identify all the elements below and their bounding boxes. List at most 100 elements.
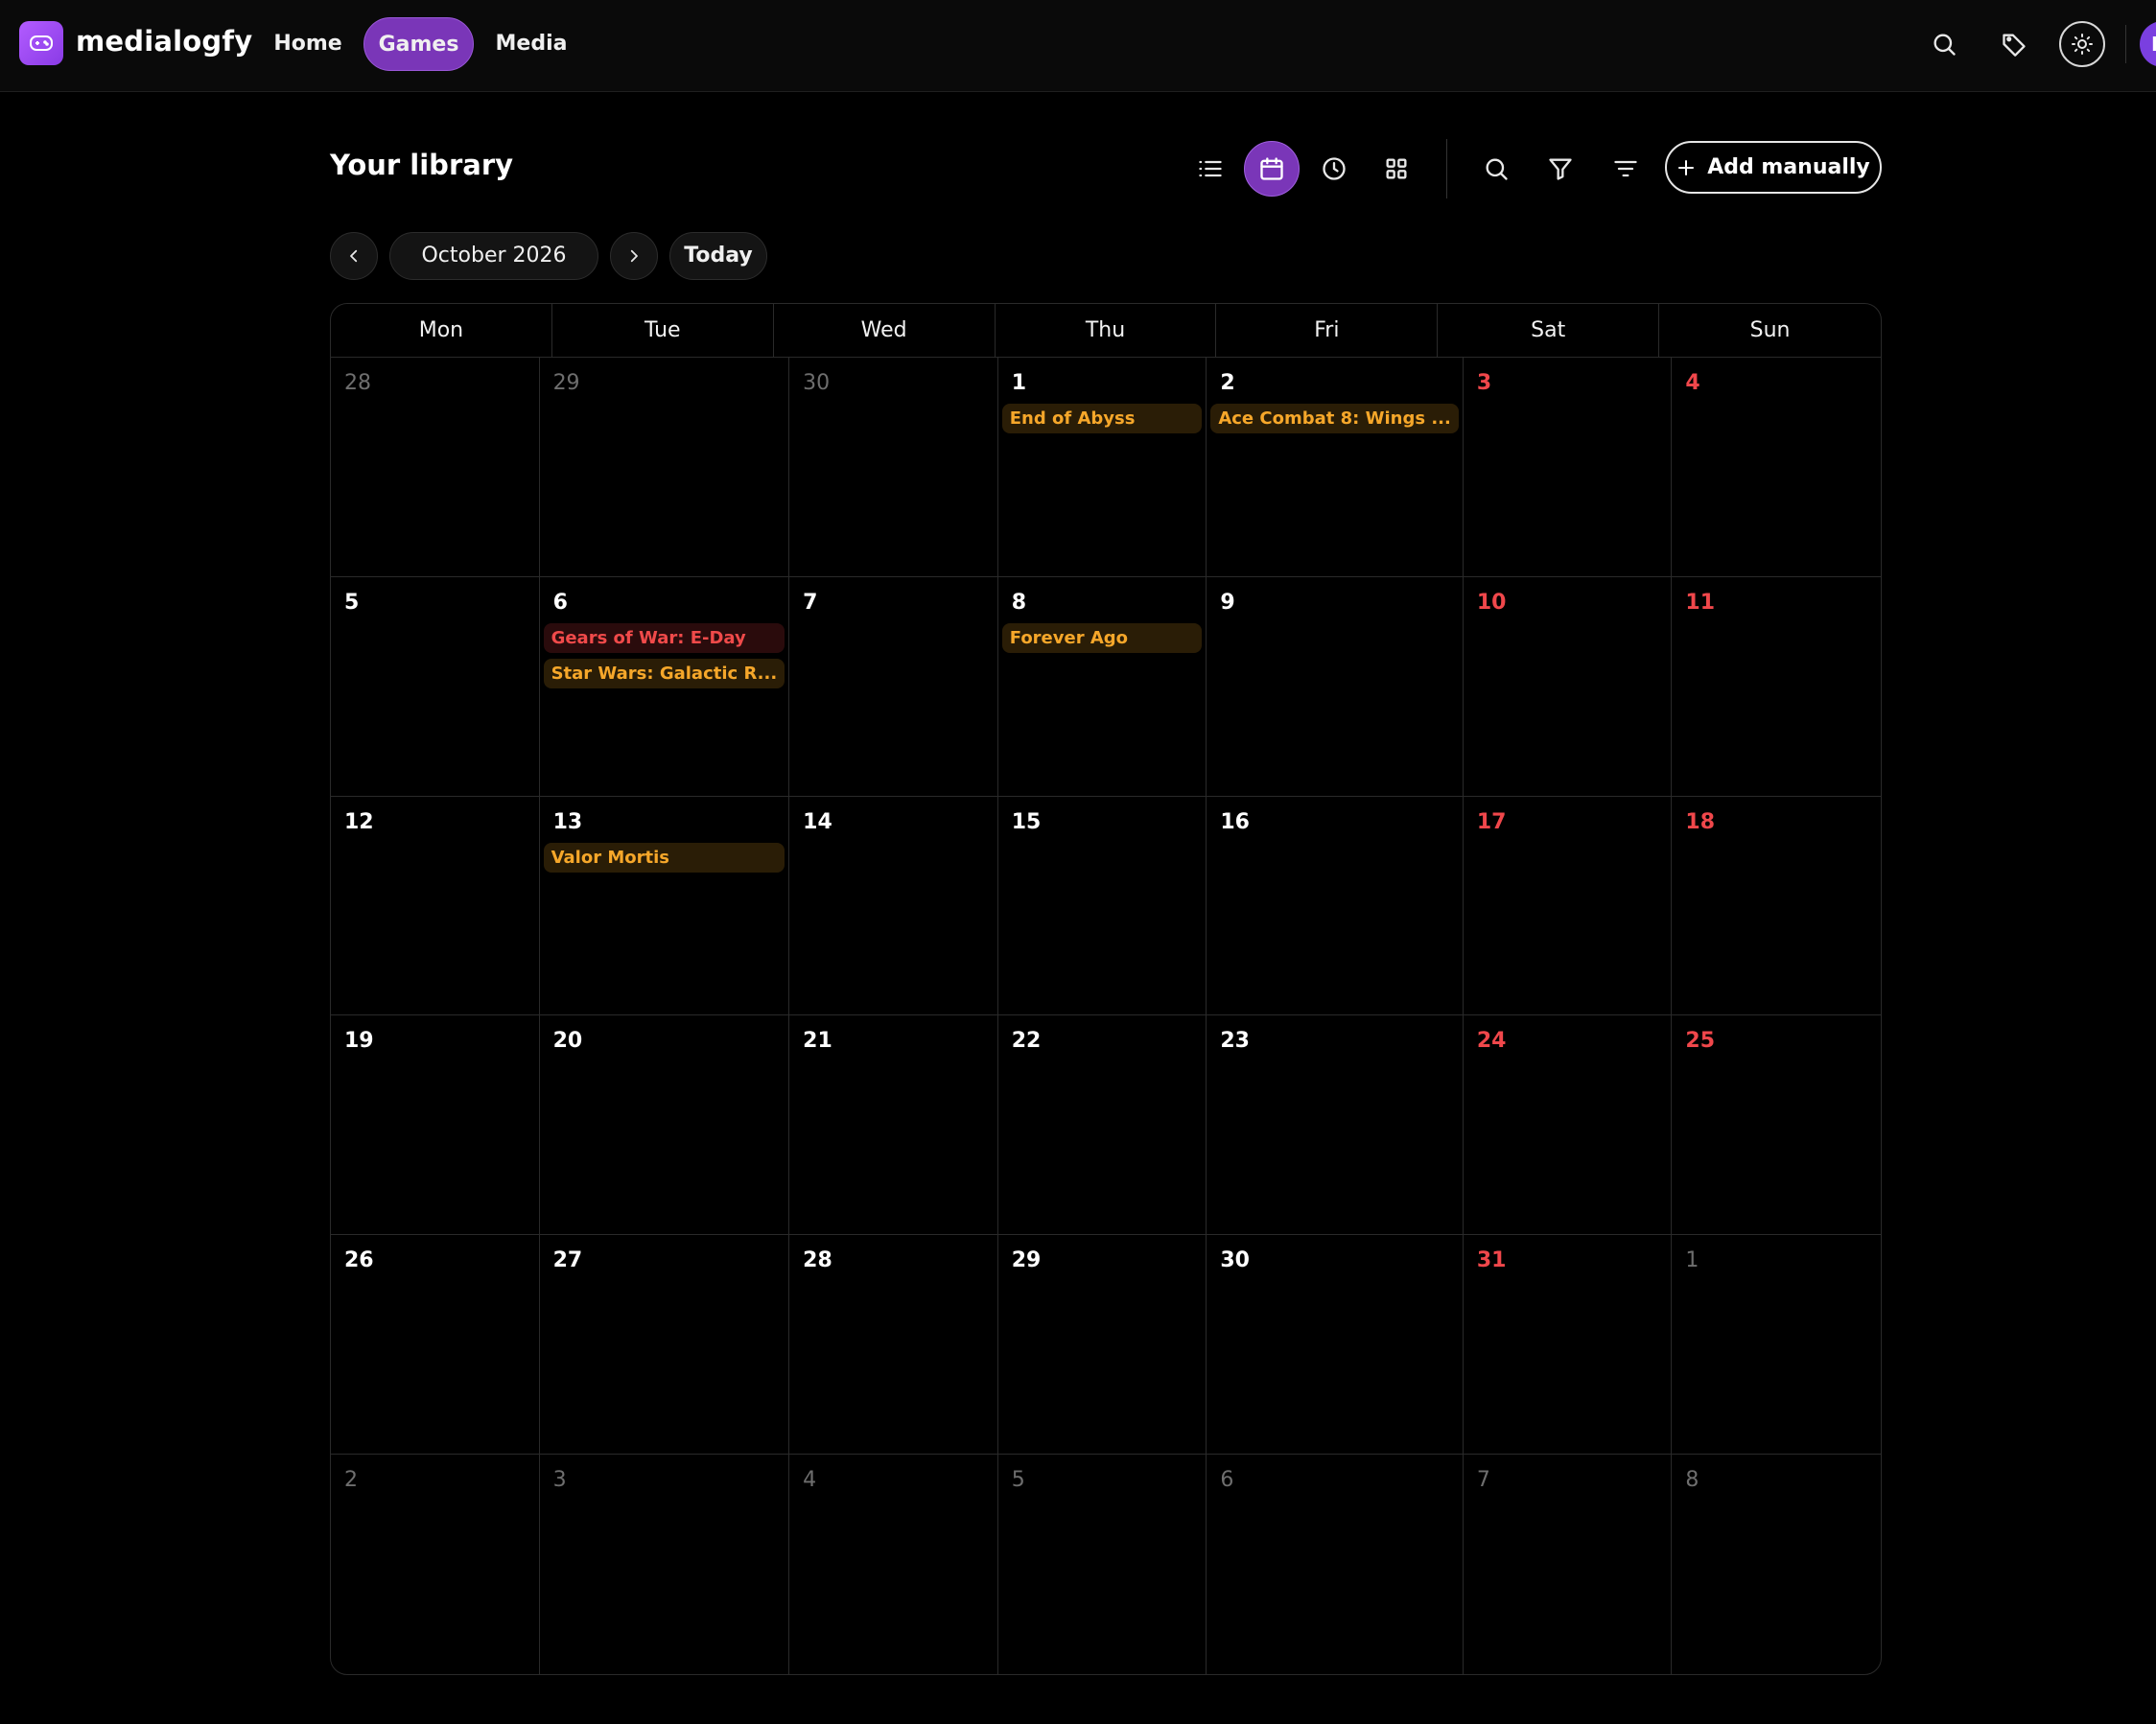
add-manually-label: Add manually [1707,155,1870,179]
calendar-day-cell[interactable]: 29 [539,358,790,577]
library-search-icon[interactable] [1468,141,1524,197]
calendar-day-cell[interactable]: 9 [1207,576,1464,797]
day-number: 29 [552,371,580,395]
weekday-label: Fri [1216,304,1439,358]
day-number: 4 [803,1468,817,1493]
calendar-day-cell[interactable]: 8 Forever Ago [997,576,1207,797]
day-number: 24 [1476,1029,1507,1054]
calendar-day-cell[interactable]: 5 [331,576,540,797]
calendar-day-cell[interactable]: 14 [789,796,998,1016]
day-number: 2 [344,1468,358,1493]
calendar-day-cell[interactable]: 2 [331,1455,540,1674]
plus-icon [1678,159,1695,175]
calendar-day-cell[interactable]: 22 [997,1015,1207,1236]
day-number: 31 [1476,1248,1507,1273]
day-number: 2 [1220,371,1235,395]
filter-icon[interactable] [1533,141,1588,197]
calendar-day-cell[interactable]: 30 [1207,1235,1464,1456]
day-number: 7 [803,590,818,615]
gamepad-logo-icon[interactable] [19,21,63,65]
month-label[interactable]: October 2026 [389,232,598,280]
calendar-day-cell[interactable]: 16 [1207,796,1464,1016]
day-number: 6 [552,590,568,615]
calendar-event[interactable]: Star Wars: Galactic R... [543,658,785,688]
calendar-day-cell[interactable]: 3 [540,1455,790,1674]
calendar-day-cell[interactable]: 12 [331,796,540,1016]
weekday-header: Mon Tue Wed Thu Fri Sat Sun [331,304,1881,358]
day-number: 25 [1685,1029,1716,1054]
calendar-day-cell[interactable]: 7 [789,576,998,797]
nav-games[interactable]: Games [363,17,474,71]
calendar-day-cell[interactable]: 24 [1463,1015,1673,1236]
day-number: 30 [1220,1248,1250,1273]
calendar-event[interactable]: End of Abyss [1001,404,1203,433]
day-number: 3 [552,1468,567,1493]
day-number: 23 [1220,1029,1250,1054]
calendar-day-cell[interactable]: 4 [1672,358,1881,577]
prev-month-button[interactable] [330,232,378,280]
calendar-day-cell[interactable]: 4 [789,1455,998,1674]
today-button[interactable]: Today [669,232,767,280]
calendar-day-cell[interactable]: 21 [789,1015,998,1236]
calendar-day-cell[interactable]: 1 [1672,1235,1881,1456]
calendar-event[interactable]: Gears of War: E-Day [543,622,785,653]
calendar-event[interactable]: Ace Combat 8: Wings ... [1210,404,1459,433]
calendar-day-cell[interactable]: 7 [1464,1455,1673,1674]
calendar-day-cell[interactable]: 5 [998,1455,1207,1674]
calendar-day-cell[interactable]: 27 [539,1235,790,1456]
calendar-day-cell[interactable]: 10 [1463,576,1673,797]
day-number: 30 [803,371,831,395]
day-number: 5 [1011,1468,1025,1493]
list-view-icon[interactable] [1183,141,1238,197]
sort-icon[interactable] [1598,141,1653,197]
nav-media[interactable]: Media [487,17,575,71]
calendar-day-cell[interactable]: 18 [1672,797,1881,1016]
calendar-day-cell[interactable]: 15 [997,796,1207,1016]
clock-view-icon[interactable] [1306,141,1362,197]
avatar[interactable]: E [2140,21,2156,67]
calendar-day-cell[interactable]: 28 [789,1235,998,1456]
calendar-day-cell[interactable]: 17 [1463,796,1673,1016]
calendar-day-cell[interactable]: 1 End of Abyss [997,358,1207,577]
day-number: 15 [1011,809,1042,834]
calendar-day-cell[interactable]: 28 [331,358,540,577]
top-divider [2125,25,2126,63]
calendar-day-cell[interactable]: 26 [331,1235,540,1456]
day-number: 8 [1685,1468,1699,1493]
day-number: 28 [344,371,371,395]
calendar-day-cell[interactable]: 25 [1672,1015,1881,1236]
calendar-day-cell[interactable]: 8 [1672,1455,1881,1674]
calendar-day-cell[interactable]: 19 [331,1015,540,1236]
calendar-day-cell[interactable]: 20 [539,1015,790,1236]
weekday-label: Sun [1749,318,1791,342]
calendar-event[interactable]: Forever Ago [1001,622,1203,653]
calendar-day-cell[interactable]: 13 Valor Mortis [539,796,790,1016]
day-number: 18 [1685,809,1716,834]
grid-view-icon[interactable] [1369,141,1424,197]
calendar-event[interactable]: Valor Mortis [543,842,785,873]
calendar-day-cell[interactable]: 31 [1463,1235,1673,1456]
sun-icon[interactable] [2059,21,2105,67]
day-number: 17 [1476,809,1507,834]
weekday-label: Tue [552,304,774,358]
next-month-button[interactable] [610,232,658,280]
calendar-day-cell[interactable]: 11 [1672,577,1881,797]
search-icon[interactable] [1919,19,1969,69]
calendar-day-cell[interactable]: 3 [1463,358,1673,577]
calendar-view-icon[interactable] [1244,141,1300,197]
add-manually-button[interactable]: Add manually [1665,141,1882,194]
day-number: 4 [1685,371,1700,395]
chevron-right-icon [630,249,638,263]
calendar-day-cell[interactable]: 6 Gears of War: E-Day Star Wars: Galactic … [539,576,790,797]
calendar-day-cell[interactable]: 6 [1207,1455,1464,1674]
day-number: 9 [1220,590,1235,615]
day-number: 12 [344,809,374,834]
calendar-day-cell[interactable]: 23 [1207,1015,1464,1236]
brand-name[interactable]: medialogfy [76,25,252,58]
calendar-day-cell[interactable]: 29 [997,1235,1207,1456]
calendar-day-cell[interactable]: 2 Ace Combat 8: Wings ... [1207,358,1464,577]
day-number: 11 [1685,590,1716,615]
nav-home[interactable]: Home [267,17,349,71]
tag-icon[interactable] [1989,19,2039,69]
calendar-day-cell[interactable]: 30 [789,358,998,577]
